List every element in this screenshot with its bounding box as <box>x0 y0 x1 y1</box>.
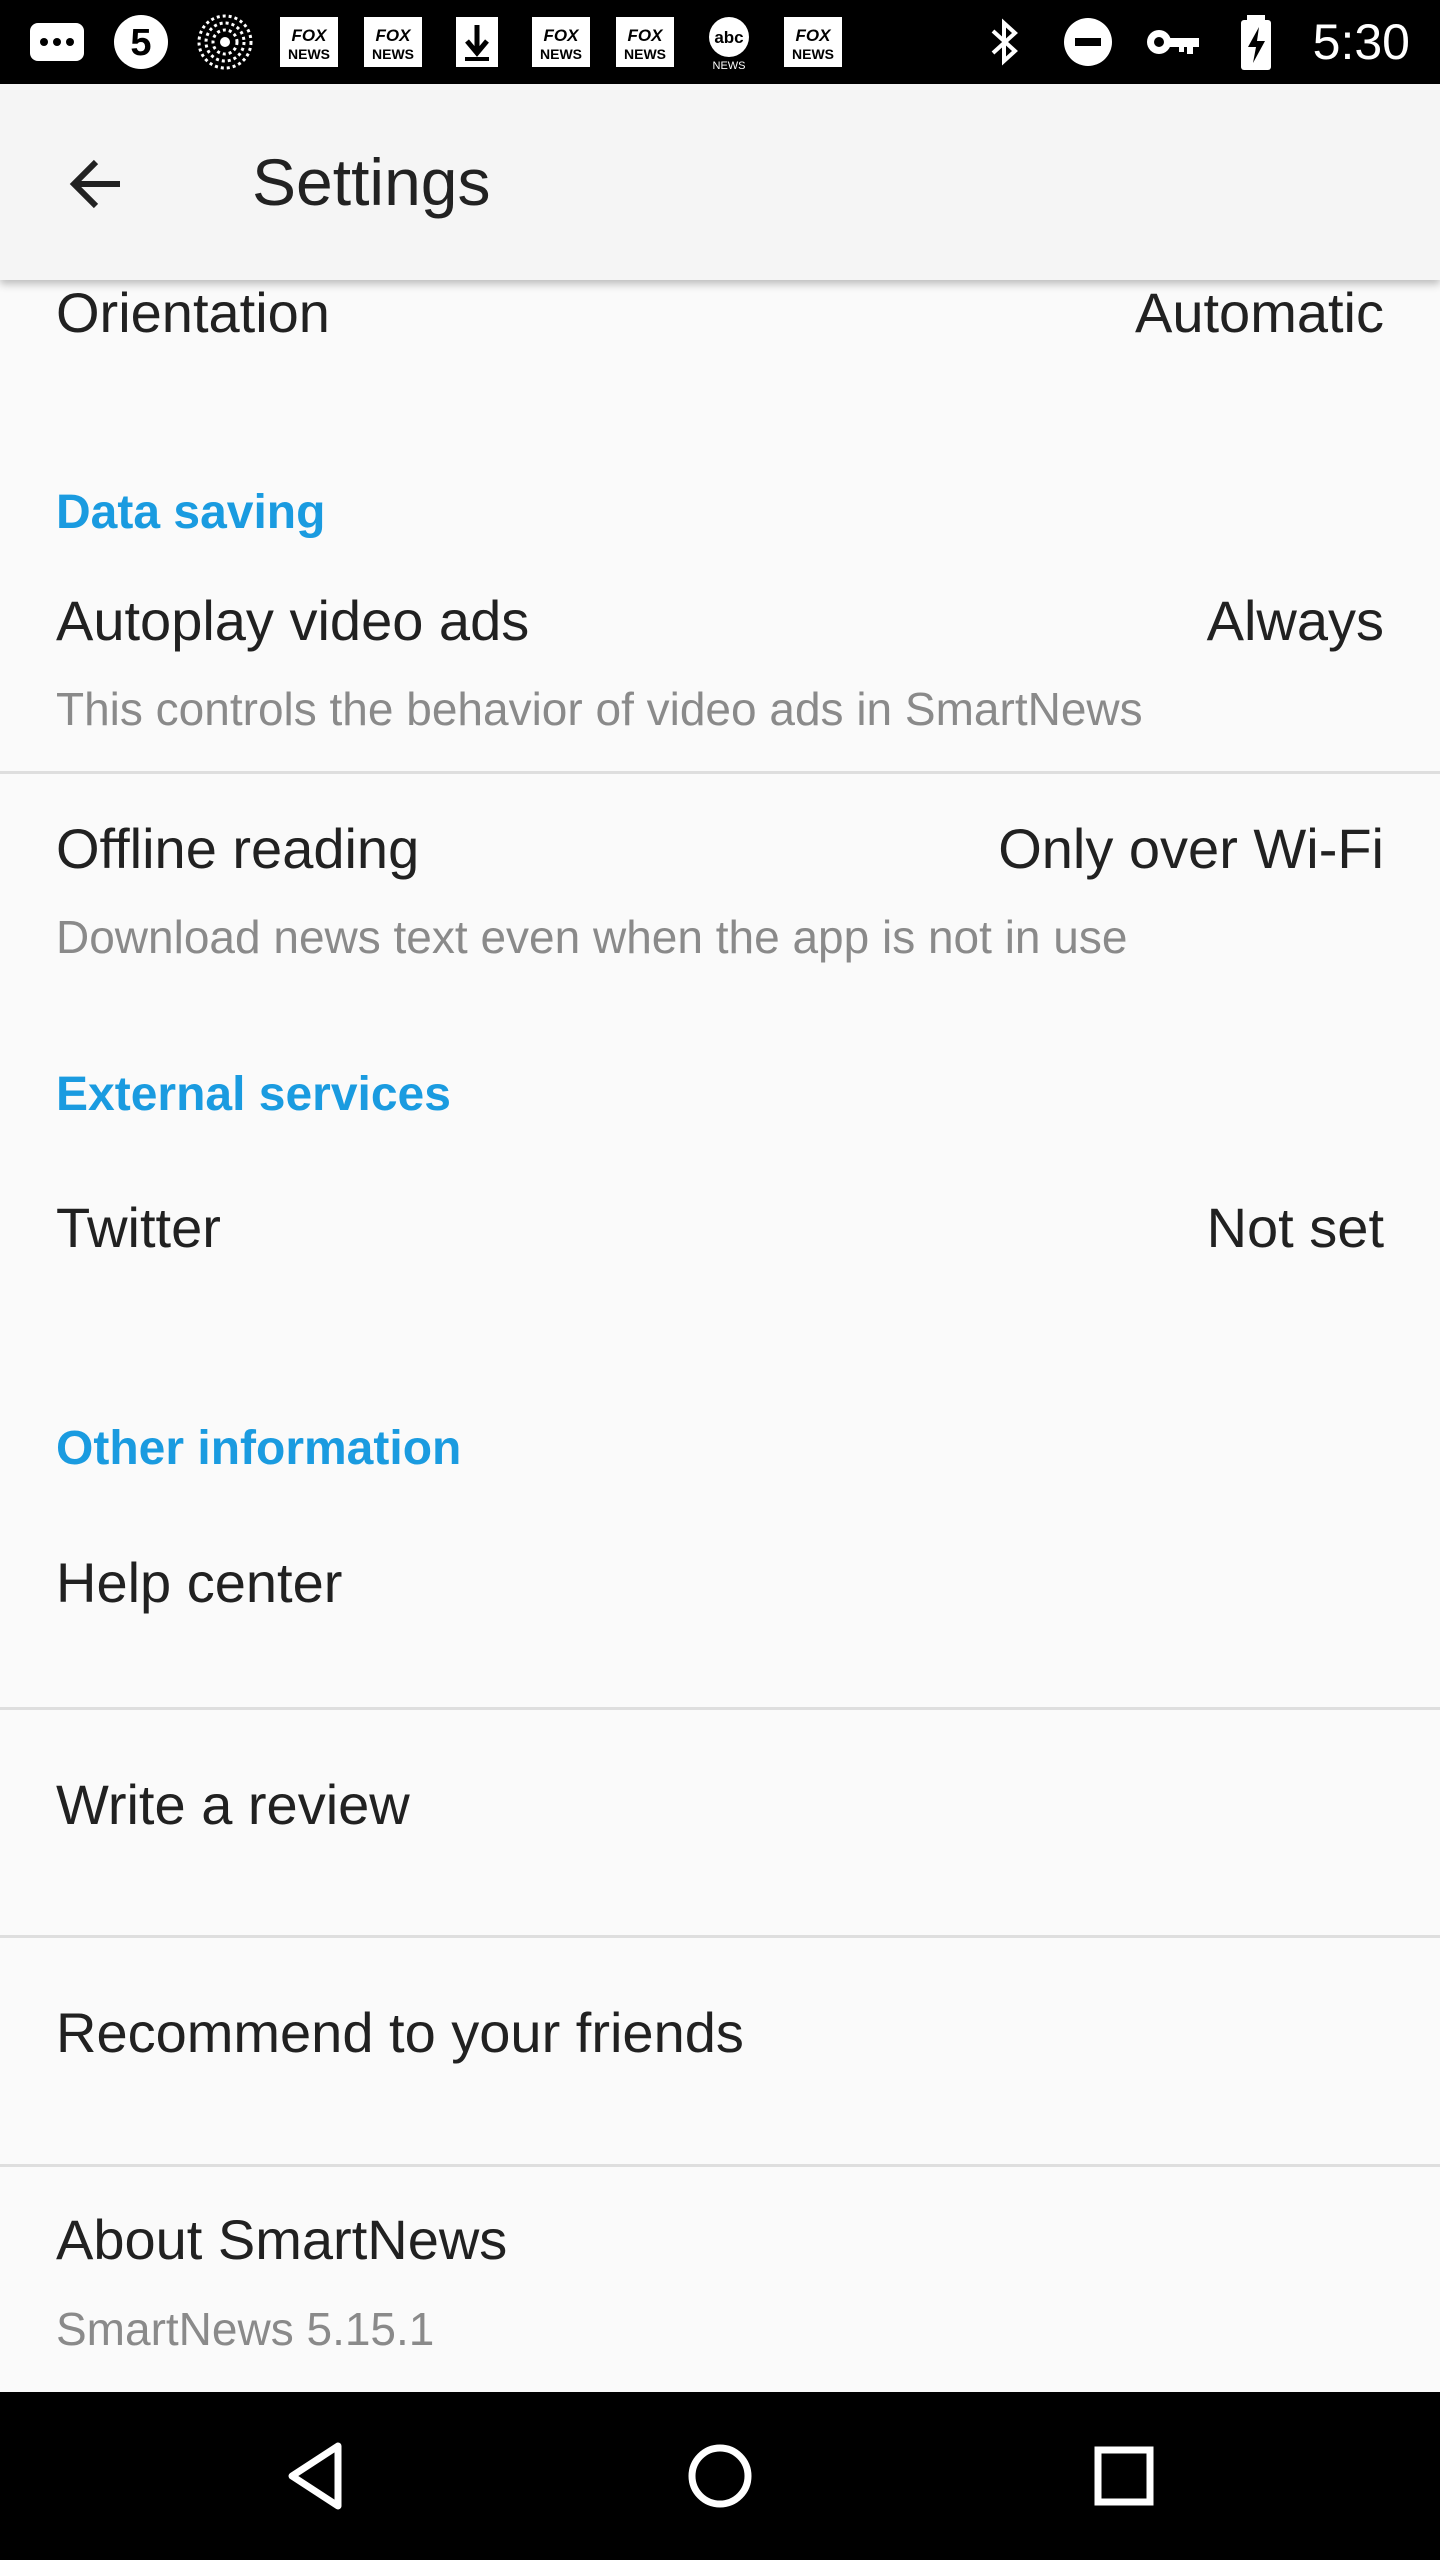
svg-text:FOX: FOX <box>628 26 665 45</box>
svg-text:5: 5 <box>130 22 151 64</box>
svg-text:FOX: FOX <box>292 26 329 45</box>
app-bar: Settings <box>0 84 1440 280</box>
setting-about-smartnews[interactable]: About SmartNews SmartNews 5.15.1 <box>0 2167 1440 2392</box>
radial-logo-icon <box>194 11 256 73</box>
nav-home-circle-icon <box>688 2444 752 2508</box>
back-button[interactable] <box>44 132 148 236</box>
status-bar: 5 FOX NEWS FOX NEWS FOX NEWS FOX NEWS abc NEW… <box>0 0 1440 84</box>
channel-5-icon: 5 <box>110 11 172 73</box>
download-icon <box>446 11 508 73</box>
setting-recommend-to-friends[interactable]: Recommend to your friends <box>0 1938 1440 2162</box>
nav-recents-button[interactable] <box>1074 2426 1174 2526</box>
about-version: SmartNews 5.15.1 <box>56 2303 435 2355</box>
autoplay-description: This controls the behavior of video ads … <box>56 683 1143 735</box>
svg-text:FOX: FOX <box>376 26 413 45</box>
abc-news-icon: abc NEWS <box>698 11 760 73</box>
arrow-back-icon <box>69 159 120 209</box>
svg-text:NEWS: NEWS <box>372 46 414 62</box>
autoplay-label: Autoplay video ads <box>56 589 530 652</box>
help-center-label: Help center <box>56 1551 343 1614</box>
notification-icons: 5 FOX NEWS FOX NEWS FOX NEWS FOX NEWS abc NEW… <box>26 10 844 74</box>
svg-text:FOX: FOX <box>796 26 833 45</box>
nav-recents-square-icon <box>1094 2446 1154 2506</box>
bluetooth-icon <box>973 11 1035 73</box>
setting-write-a-review[interactable]: Write a review <box>0 1710 1440 1934</box>
do-not-disturb-icon <box>1057 11 1119 73</box>
setting-offline-reading[interactable]: Offline reading Only over Wi-Fi Download… <box>0 800 1440 1020</box>
fox-news-icon: FOX NEWS <box>782 11 844 73</box>
setting-help-center[interactable]: Help center <box>0 1515 1440 1707</box>
nav-home-button[interactable] <box>670 2426 770 2526</box>
twitter-label: Twitter <box>56 1196 221 1259</box>
fox-news-icon: FOX NEWS <box>362 11 424 73</box>
autoplay-value: Always <box>1206 589 1384 652</box>
twitter-value: Not set <box>1206 1196 1384 1259</box>
clock: 5:30 <box>1312 14 1410 70</box>
nav-back-triangle-icon <box>288 2442 342 2510</box>
write-review-label: Write a review <box>56 1773 410 1836</box>
section-header-data-saving: Data saving <box>56 486 326 539</box>
settings-list: Orientation Automatic Data saving Autopl… <box>0 280 1440 2392</box>
svg-text:NEWS: NEWS <box>624 46 666 62</box>
battery-charging-icon <box>1225 11 1287 73</box>
setting-orientation[interactable]: Orientation Automatic <box>0 280 1440 430</box>
recommend-label: Recommend to your friends <box>56 2001 744 2064</box>
offline-label: Offline reading <box>56 817 420 880</box>
fox-news-icon: FOX NEWS <box>614 11 676 73</box>
orientation-value: Automatic <box>1135 281 1384 344</box>
nav-back-button[interactable] <box>266 2426 366 2526</box>
vpn-key-icon <box>1141 11 1203 73</box>
section-header-external-services: External services <box>56 1068 451 1121</box>
svg-text:NEWS: NEWS <box>288 46 330 62</box>
orientation-label: Orientation <box>56 281 330 344</box>
about-label: About SmartNews <box>56 2208 508 2271</box>
svg-text:NEWS: NEWS <box>540 46 582 62</box>
divider <box>0 771 1440 774</box>
offline-description: Download news text even when the app is … <box>56 911 1128 963</box>
fox-news-icon: FOX NEWS <box>530 11 592 73</box>
fox-news-icon: FOX NEWS <box>278 11 340 73</box>
navigation-bar <box>0 2392 1440 2560</box>
page-title: Settings <box>252 145 491 219</box>
svg-text:FOX: FOX <box>544 26 581 45</box>
setting-twitter[interactable]: Twitter Not set <box>0 1160 1440 1410</box>
section-header-other-information: Other information <box>56 1422 462 1475</box>
svg-text:abc: abc <box>714 28 743 47</box>
svg-text:NEWS: NEWS <box>792 46 834 62</box>
offline-value: Only over Wi-Fi <box>998 817 1384 880</box>
svg-text:NEWS: NEWS <box>713 60 746 72</box>
message-icon <box>26 11 88 73</box>
system-icons: 5:30 <box>973 10 1410 74</box>
